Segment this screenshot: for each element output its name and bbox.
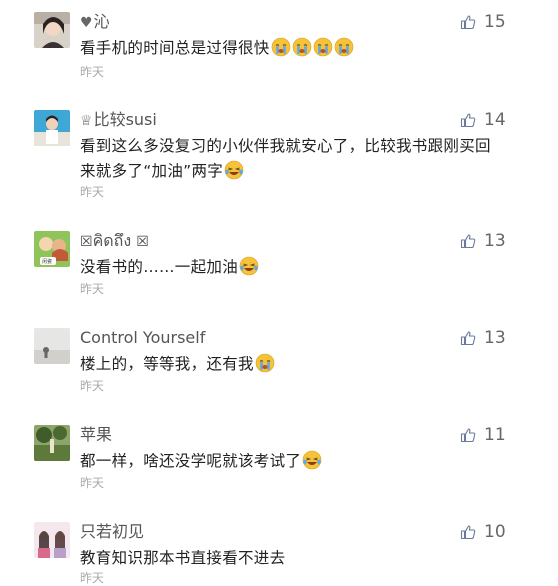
comment-text: 都一样，啥还没学呢就该考试了	[80, 449, 500, 474]
like-button[interactable]: 13	[460, 328, 506, 348]
timestamp: 昨天	[80, 65, 105, 79]
timestamp: 昨天	[80, 476, 105, 490]
laugh-cry-face-icon	[302, 450, 322, 470]
avatar[interactable]	[34, 110, 70, 146]
like-count: 14	[484, 110, 506, 130]
like-count: 11	[484, 425, 506, 445]
box-symbol: ☒	[80, 234, 93, 250]
comment-text: 看到这么多没复习的小伙伴我就安心了，比较我书跟刚买回 来就多了“加油”两字	[80, 137, 491, 180]
username[interactable]: 只若初见	[80, 522, 144, 542]
like-button[interactable]: 13	[460, 231, 506, 251]
crying-face-icon	[334, 37, 354, 57]
thumbs-up-icon	[460, 427, 476, 443]
timestamp: 昨天	[80, 282, 105, 296]
like-count: 15	[484, 12, 506, 32]
comment-text: 看手机的时间总是过得很快	[80, 36, 500, 61]
avatar[interactable]	[34, 425, 70, 461]
like-count: 10	[484, 522, 506, 542]
comment-text: 没看书的……一起加油	[80, 255, 500, 280]
avatar[interactable]	[34, 12, 70, 48]
like-button[interactable]: 15	[460, 12, 506, 32]
heart-icon: ♥	[80, 15, 93, 31]
avatar[interactable]	[34, 522, 70, 558]
laugh-cry-face-icon	[239, 256, 259, 276]
thumbs-up-icon	[460, 524, 476, 540]
username[interactable]: 苹果	[80, 425, 112, 445]
comment-text: 教育知识那本书直接看不进去	[80, 549, 286, 567]
username[interactable]: ♕比较susi	[80, 110, 157, 131]
thumbs-up-icon	[460, 14, 476, 30]
comment-text: 楼上的，等等我，还有我	[80, 352, 500, 377]
username[interactable]: Control Yourself	[80, 328, 205, 348]
like-count: 13	[484, 328, 506, 348]
timestamp: 昨天	[80, 571, 105, 585]
like-button[interactable]: 10	[460, 522, 506, 542]
username[interactable]: ♥沁	[80, 12, 110, 33]
avatar[interactable]: 闲瓷	[34, 231, 70, 267]
like-button[interactable]: 11	[460, 425, 506, 445]
username[interactable]: ☒คิดถึง ☒	[80, 231, 149, 252]
crown-icon: ♕	[80, 113, 93, 129]
crying-face-icon	[313, 37, 333, 57]
thumbs-up-icon	[460, 233, 476, 249]
thumbs-up-icon	[460, 330, 476, 346]
crying-face-icon	[292, 37, 312, 57]
like-count: 13	[484, 231, 506, 251]
timestamp: 昨天	[80, 185, 105, 199]
box-symbol: ☒	[136, 234, 149, 250]
laugh-cry-face-icon	[224, 160, 244, 180]
svg-text:闲瓷: 闲瓷	[42, 258, 52, 265]
crying-face-icon	[271, 37, 291, 57]
like-button[interactable]: 14	[460, 110, 506, 130]
crying-face-icon	[255, 353, 275, 373]
timestamp: 昨天	[80, 379, 105, 393]
thumbs-up-icon	[460, 112, 476, 128]
avatar[interactable]	[34, 328, 70, 364]
